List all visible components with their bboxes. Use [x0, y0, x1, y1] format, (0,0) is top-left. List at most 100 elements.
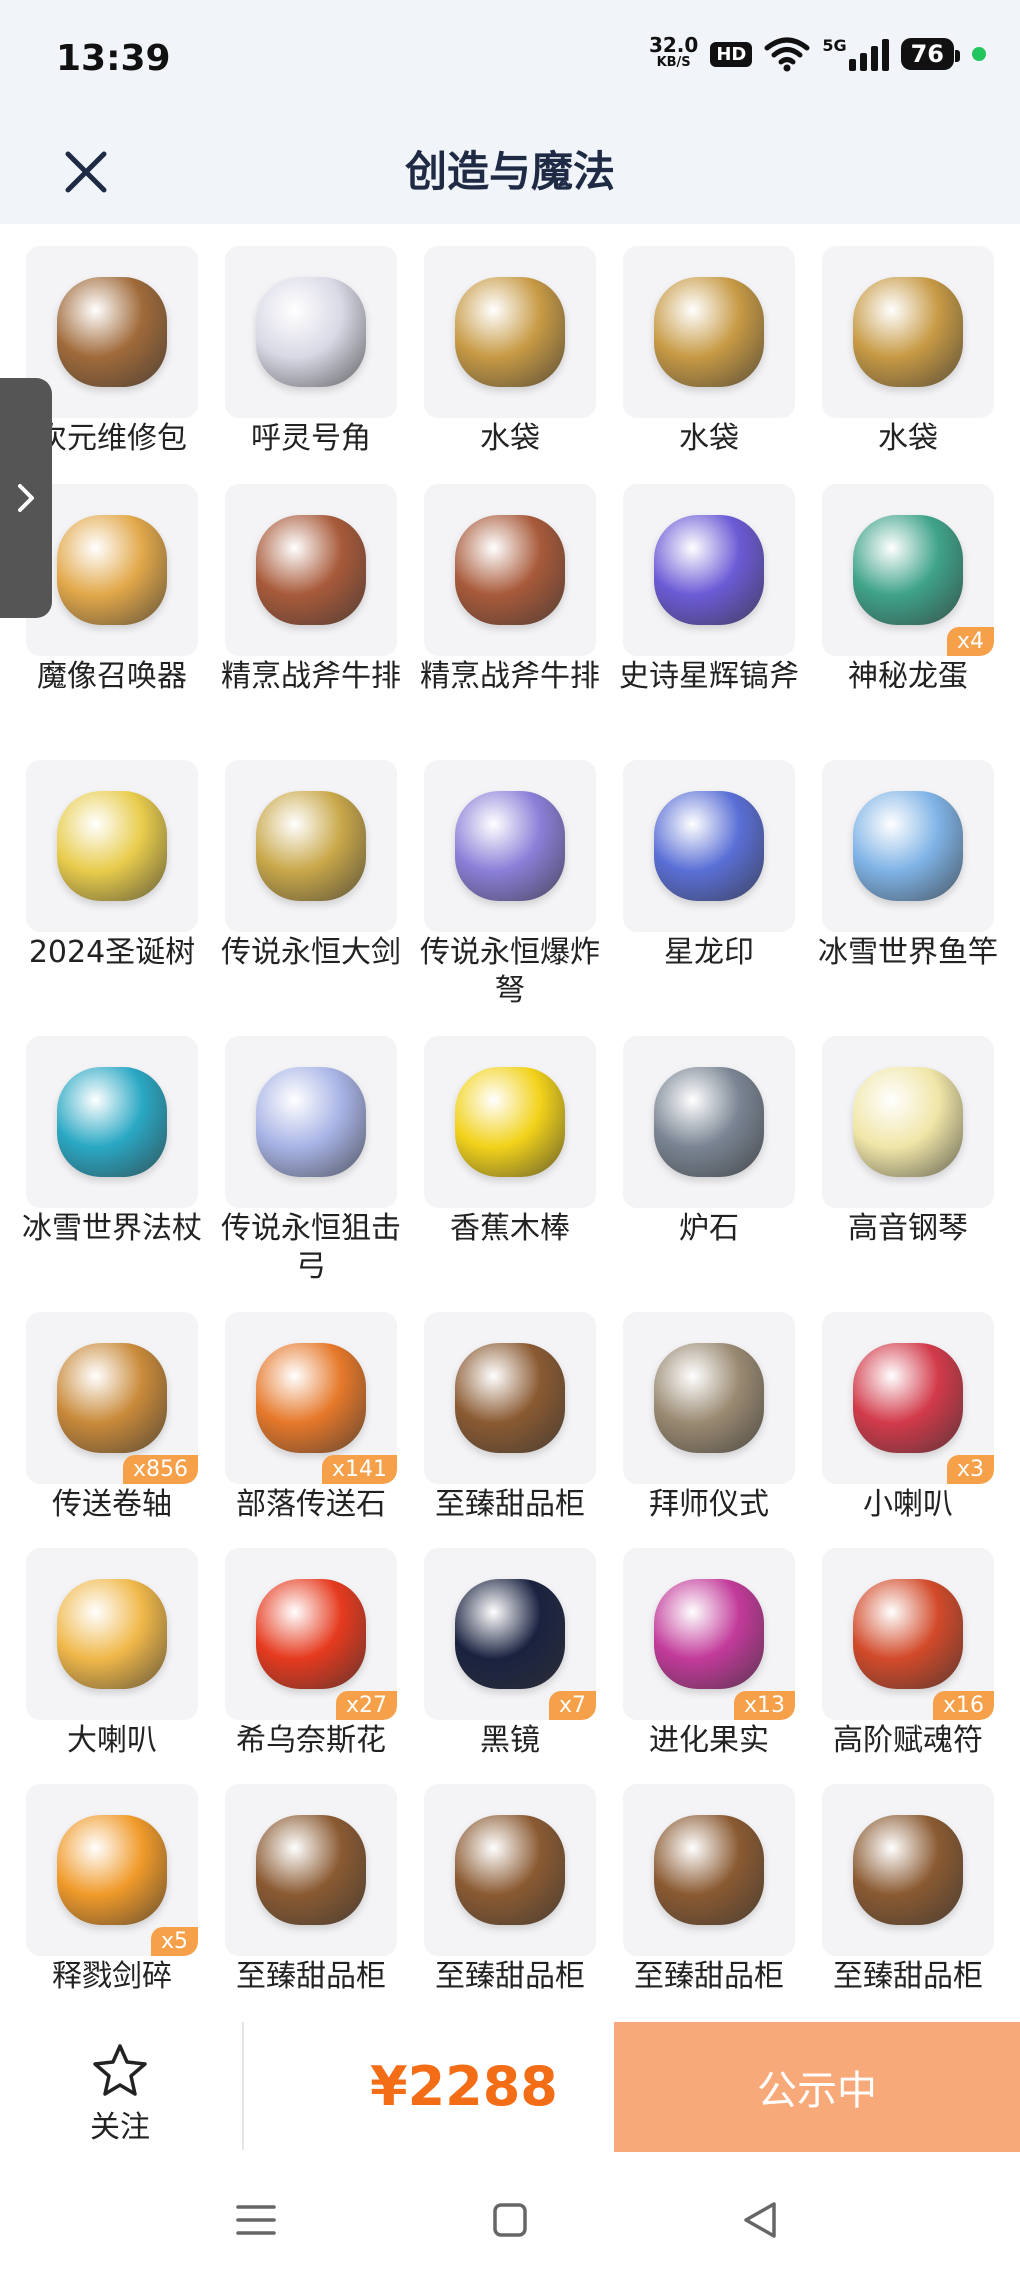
item-card[interactable]: 拜师仪式 — [623, 1312, 795, 1524]
item-card[interactable]: 高音钢琴 — [822, 1036, 994, 1248]
item-name: 水袋 — [878, 421, 938, 456]
repair-bag-icon — [57, 277, 167, 387]
item-name: 大喇叭 — [67, 1723, 157, 1758]
item-card[interactable]: 星龙印 — [623, 760, 795, 972]
item-card[interactable]: 水袋 — [623, 246, 795, 458]
dessert-cabinet-icon — [455, 1815, 565, 1925]
megaphone-icon — [853, 1343, 963, 1453]
dessert-cabinet-icon — [455, 1343, 565, 1453]
quantity-badge: x5 — [150, 1927, 198, 1956]
item-thumbnail: x3 — [822, 1312, 994, 1484]
banana-icon — [455, 1067, 565, 1177]
item-card[interactable]: 传说永恒狙击弓 — [221, 1036, 401, 1286]
item-card[interactable]: 至臻甜品柜 — [424, 1784, 596, 1996]
item-card[interactable]: x7 黑镜 — [424, 1548, 596, 1760]
item-card[interactable]: 水袋 — [424, 246, 596, 458]
wifi-icon — [764, 37, 810, 72]
bow-icon — [256, 1067, 366, 1177]
top-app-bar: 创造与魔法 — [0, 120, 1020, 224]
item-name: 至臻甜品柜 — [634, 1959, 784, 1994]
item-thumbnail: x16 — [822, 1548, 994, 1720]
publicity-status-button[interactable]: 公示中 — [614, 2022, 1020, 2152]
status-bar: 13:39 32.0 KB/S HD 5G 76 — [0, 0, 1020, 120]
teleport-stone-icon — [256, 1343, 366, 1453]
item-card[interactable]: 史诗星辉镐斧 — [619, 484, 799, 696]
item-card[interactable]: 传说永恒大剑 — [221, 760, 401, 972]
quantity-badge: x3 — [946, 1455, 994, 1484]
item-card[interactable]: 冰雪世界法杖 — [22, 1036, 202, 1248]
steak-icon — [256, 515, 366, 625]
system-nav-bar — [0, 2160, 1020, 2280]
item-card[interactable]: x856 传送卷轴 — [26, 1312, 198, 1524]
sword-icon — [256, 791, 366, 901]
hd-badge: HD — [710, 41, 753, 67]
page-title: 创造与魔法 — [404, 147, 615, 196]
item-name: 至臻甜品柜 — [435, 1959, 585, 1994]
black-mirror-icon — [455, 1579, 565, 1689]
status-time: 13:39 — [56, 38, 171, 79]
item-thumbnail — [623, 1784, 795, 1956]
battery-icon: 76 — [900, 38, 961, 70]
menu-icon[interactable] — [226, 2190, 286, 2250]
item-name: 魔像召唤器 — [37, 659, 187, 694]
close-button[interactable] — [58, 120, 114, 224]
status-icons: 32.0 KB/S HD 5G 76 — [649, 35, 986, 72]
follow-label: 关注 — [90, 2110, 150, 2145]
item-card[interactable]: 至臻甜品柜 — [225, 1784, 397, 1996]
item-card[interactable]: 水袋 — [822, 246, 994, 458]
battery-level: 76 — [910, 40, 944, 68]
item-name: 小喇叭 — [863, 1487, 953, 1522]
signal-icon — [848, 37, 889, 71]
quantity-badge: x16 — [932, 1691, 994, 1720]
item-name: 神秘龙蛋 — [848, 659, 968, 694]
item-name: 香蕉木棒 — [450, 1211, 570, 1246]
side-expand-tab[interactable] — [0, 378, 52, 618]
item-card[interactable]: x27 希乌奈斯花 — [225, 1548, 397, 1760]
item-card[interactable]: 至臻甜品柜 — [424, 1312, 596, 1524]
home-icon[interactable] — [480, 2190, 540, 2250]
follow-button[interactable]: 关注 — [60, 2042, 180, 2146]
item-card[interactable]: 传说永恒爆炸弩 — [420, 760, 600, 1010]
item-card[interactable]: 冰雪世界鱼竿 — [818, 760, 998, 972]
dessert-cabinet-icon — [853, 1815, 963, 1925]
item-card[interactable]: 精烹战斧牛排 — [420, 484, 600, 696]
item-thumbnail — [822, 760, 994, 932]
item-thumbnail — [424, 760, 596, 932]
horn-icon — [256, 277, 366, 387]
item-name: 水袋 — [480, 421, 540, 456]
item-card[interactable]: 香蕉木棒 — [424, 1036, 596, 1248]
item-thumbnail — [822, 1784, 994, 1956]
item-name: 2024圣诞树 — [28, 935, 196, 970]
item-card[interactable]: 精烹战斧牛排 — [221, 484, 401, 696]
item-name: 炉石 — [679, 1211, 739, 1246]
staff-icon — [57, 1067, 167, 1177]
item-thumbnail — [424, 484, 596, 656]
item-card[interactable]: 2024圣诞树 — [26, 760, 198, 972]
item-card[interactable]: x141 部落传送石 — [225, 1312, 397, 1524]
item-thumbnail — [225, 484, 397, 656]
item-card[interactable]: x5 释戮剑碎 — [26, 1784, 198, 1996]
item-card[interactable]: 大喇叭 — [26, 1548, 198, 1760]
item-card[interactable]: x3 小喇叭 — [822, 1312, 994, 1524]
item-thumbnail — [225, 246, 397, 418]
item-card[interactable]: 至臻甜品柜 — [623, 1784, 795, 1996]
bottom-action-bar: 关注 ¥2288 公示中 — [0, 2022, 1020, 2152]
back-icon[interactable] — [730, 2190, 790, 2250]
item-name: 黑镜 — [480, 1723, 540, 1758]
item-card[interactable]: 至臻甜品柜 — [822, 1784, 994, 1996]
item-thumbnail — [225, 760, 397, 932]
item-card[interactable]: x13 进化果实 — [623, 1548, 795, 1760]
item-card[interactable]: 炉石 — [623, 1036, 795, 1248]
item-name: 进化果实 — [649, 1723, 769, 1758]
item-card[interactable]: 呼灵号角 — [225, 246, 397, 458]
item-name: 呼灵号角 — [251, 421, 371, 456]
item-card[interactable]: x4 神秘龙蛋 — [822, 484, 994, 696]
dragon-seal-icon — [654, 791, 764, 901]
item-thumbnail: x4 — [822, 484, 994, 656]
fruit-icon — [654, 1579, 764, 1689]
item-name: 传说永恒大剑 — [221, 935, 401, 970]
item-card[interactable]: x16 高阶赋魂符 — [822, 1548, 994, 1760]
item-thumbnail: x856 — [26, 1312, 198, 1484]
item-name: 至臻甜品柜 — [236, 1959, 386, 1994]
item-thumbnail — [424, 1036, 596, 1208]
